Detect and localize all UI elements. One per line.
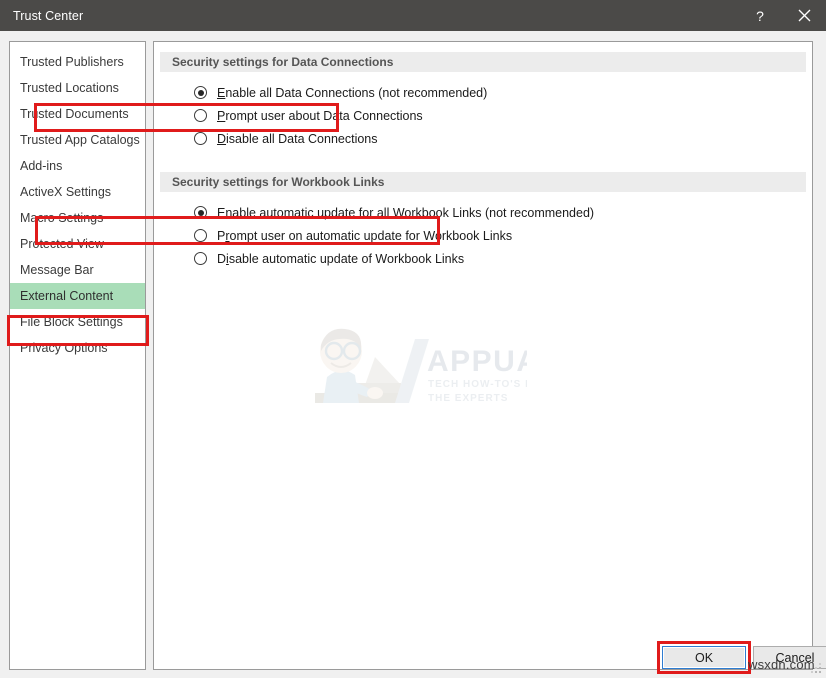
close-icon[interactable] — [782, 0, 826, 31]
label-prefix: D — [217, 251, 227, 266]
sidebar-item-protected-view[interactable]: Protected View — [10, 231, 145, 257]
radio-option[interactable]: Disable all Data Connections — [194, 127, 812, 150]
title-bar: Trust Center ? — [0, 0, 826, 31]
window-title: Trust Center — [13, 8, 84, 23]
label-suffix: utomatic update for all Workbook Links (… — [266, 205, 595, 220]
sidebar-item-external-content[interactable]: External Content — [10, 283, 145, 309]
radio-option[interactable]: Prompt user on automatic update for Work… — [194, 224, 812, 247]
radio-group: Enable all Data Connections (not recomme… — [154, 72, 812, 150]
label-prefix: Enable — [217, 205, 260, 220]
sidebar-item-label: Trusted Publishers — [20, 55, 124, 69]
label-suffix: isable all Data Connections — [226, 131, 378, 146]
sidebar-item-label: Message Bar — [20, 263, 94, 277]
sidebar-item-trusted-app-catalogs[interactable]: Trusted App Catalogs — [10, 127, 145, 153]
sidebar-item-label: Trusted Locations — [20, 81, 119, 95]
sidebar-item-file-block-settings[interactable]: File Block Settings — [10, 309, 145, 335]
radio-option-label: Enable all Data Connections (not recomme… — [217, 86, 487, 100]
radio-option-label: Enable automatic update for all Workbook… — [217, 206, 594, 220]
sidebar-item-label: Protected View — [20, 237, 104, 251]
sidebar-item-label: File Block Settings — [20, 315, 123, 329]
question-mark-icon[interactable]: ? — [738, 0, 782, 31]
trust-center-dialog: Trust Center ? Trusted Publishers Trusted… — [0, 0, 826, 678]
sidebar-item-label: Macro Settings — [20, 211, 104, 225]
radio-option[interactable]: Enable all Data Connections (not recomme… — [194, 81, 812, 104]
section-header: Security settings for Data Connections — [160, 52, 806, 72]
radio-option-label: Disable automatic update of Workbook Lin… — [217, 252, 464, 266]
sidebar-item-trusted-documents[interactable]: Trusted Documents — [10, 101, 145, 127]
sidebar-item-activex-settings[interactable]: ActiveX Settings — [10, 179, 145, 205]
radio-option-label: Disable all Data Connections — [217, 132, 378, 146]
sidebar-item-label: External Content — [20, 289, 114, 303]
sidebar-item-label: Trusted App Catalogs — [20, 133, 140, 147]
radio-unselected-icon[interactable] — [194, 229, 207, 242]
sidebar-item-trusted-publishers[interactable]: Trusted Publishers — [10, 49, 145, 75]
radio-unselected-icon[interactable] — [194, 252, 207, 265]
radio-unselected-icon[interactable] — [194, 132, 207, 145]
radio-option[interactable]: Disable automatic update of Workbook Lin… — [194, 247, 812, 270]
site-watermark: wsxdn.com — [748, 657, 815, 672]
sidebar-item-trusted-locations[interactable]: Trusted Locations — [10, 75, 145, 101]
radio-option-label: Prompt user on automatic update for Work… — [217, 229, 512, 243]
radio-option[interactable]: Enable automatic update for all Workbook… — [194, 201, 812, 224]
sidebar-item-macro-settings[interactable]: Macro Settings — [10, 205, 145, 231]
dialog-body: Trusted Publishers Trusted Locations Trust… — [0, 31, 826, 678]
label-suffix: sable automatic update of Workbook Links — [228, 251, 465, 266]
ok-button-label: OK — [694, 650, 714, 665]
sidebar-item-label: ActiveX Settings — [20, 185, 112, 199]
radio-selected-icon[interactable] — [194, 206, 207, 219]
label-suffix: rompt user about Data Connections — [225, 108, 423, 123]
sidebar-item-label: Trusted Documents — [20, 107, 129, 121]
sidebar-item-privacy-options[interactable]: Privacy Options — [10, 335, 145, 361]
category-sidebar: Trusted Publishers Trusted Locations Trust… — [9, 41, 146, 670]
settings-panel: Security settings for Data Connections En… — [153, 41, 813, 670]
label-suffix: nable all Data Connections (not recommen… — [225, 85, 488, 100]
radio-option-label: Prompt user about Data Connections — [217, 109, 423, 123]
sidebar-item-label: Privacy Options — [20, 341, 108, 355]
sidebar-item-add-ins[interactable]: Add-ins — [10, 153, 145, 179]
sidebar-item-message-bar[interactable]: Message Bar — [10, 257, 145, 283]
sidebar-item-label: Add-ins — [20, 159, 63, 173]
radio-option[interactable]: Prompt user about Data Connections — [194, 104, 812, 127]
dialog-footer: OK Cancel wsxdn.com — [0, 639, 826, 678]
radio-selected-icon[interactable] — [194, 86, 207, 99]
radio-unselected-icon[interactable] — [194, 109, 207, 122]
label-suffix: ompt user on automatic update for Workbo… — [229, 228, 513, 243]
radio-group: Enable automatic update for all Workbook… — [154, 192, 812, 270]
section-header: Security settings for Workbook Links — [160, 172, 806, 192]
help-button-label: ? — [756, 7, 764, 24]
ok-button[interactable]: OK — [662, 646, 746, 669]
label-accelerator: D — [217, 131, 227, 146]
